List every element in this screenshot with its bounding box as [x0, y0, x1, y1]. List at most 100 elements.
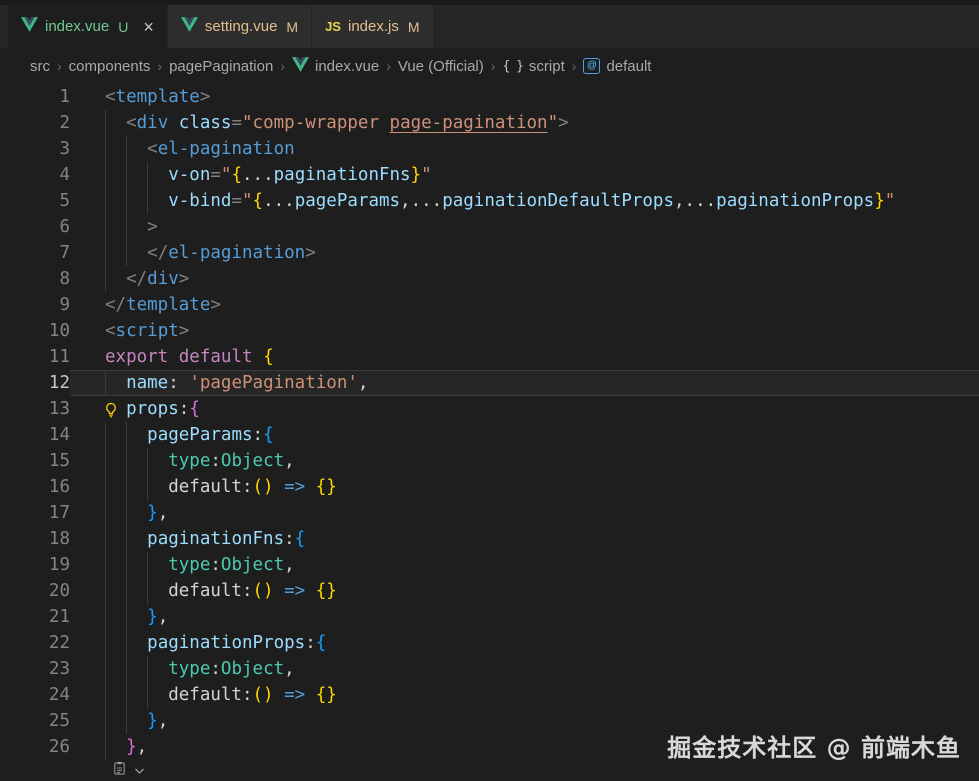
code-line-content[interactable]: </el-pagination>	[70, 240, 979, 266]
breadcrumb-item-default[interactable]: @default	[583, 58, 651, 75]
line-number[interactable]: 17	[0, 500, 70, 526]
tab-index-vue[interactable]: index.vueU×	[8, 5, 167, 48]
breadcrumb-item-script[interactable]: { }script	[502, 58, 564, 75]
code-token: =	[231, 191, 242, 211]
code-line-content[interactable]: <div class="comp-wrapper page-pagination…	[70, 110, 979, 136]
code-line-content[interactable]: <template>	[70, 84, 979, 110]
breadcrumb-item-components[interactable]: components	[69, 58, 151, 75]
code-line: 11export default {	[0, 344, 979, 370]
line-number[interactable]: 10	[0, 318, 70, 344]
line-number[interactable]: 15	[0, 448, 70, 474]
line-number[interactable]: 20	[0, 578, 70, 604]
line-number[interactable]: 13	[0, 396, 70, 422]
code-line: 4 v-on="{...paginationFns}"	[0, 162, 979, 188]
git-status-badge: M	[408, 19, 420, 35]
line-number[interactable]: 11	[0, 344, 70, 370]
indent-guide	[105, 552, 106, 578]
line-number[interactable]: 24	[0, 682, 70, 708]
code-line-content[interactable]: type:Object,	[70, 656, 979, 682]
code-line-content[interactable]: props:{	[70, 396, 979, 422]
indent-guide	[105, 604, 106, 630]
code-token: v-on	[168, 165, 210, 185]
code-line-content[interactable]: v-on="{...paginationFns}"	[70, 162, 979, 188]
code-line-content[interactable]: paginationProps:{	[70, 630, 979, 656]
code-line-content[interactable]: default:() => {}	[70, 578, 979, 604]
git-status-badge: U	[118, 19, 128, 35]
line-number[interactable]: 19	[0, 552, 70, 578]
line-number[interactable]: 1	[0, 84, 70, 110]
code-token: :	[305, 633, 316, 653]
code-token: pageParams	[295, 191, 400, 211]
line-number[interactable]: 9	[0, 292, 70, 318]
line-number[interactable]: 2	[0, 110, 70, 136]
indent-guide	[126, 214, 127, 240]
line-number[interactable]: 18	[0, 526, 70, 552]
line-number[interactable]: 8	[0, 266, 70, 292]
line-number[interactable]: 21	[0, 604, 70, 630]
code-token	[105, 113, 126, 133]
line-number[interactable]: 25	[0, 708, 70, 734]
code-line-content[interactable]: name: 'pagePagination',	[70, 370, 979, 396]
indent-guide	[126, 552, 127, 578]
indent-guide	[105, 214, 106, 240]
code-line-content[interactable]: paginationFns:{	[70, 526, 979, 552]
js-icon: JS	[325, 19, 341, 34]
line-number[interactable]: 5	[0, 188, 70, 214]
code-line-content[interactable]: <script>	[70, 318, 979, 344]
chevron-down-icon[interactable]	[134, 762, 145, 780]
code-line-content[interactable]: type:Object,	[70, 552, 979, 578]
code-line-content[interactable]: >	[70, 214, 979, 240]
indent-guide	[105, 266, 106, 292]
indent-guide	[147, 656, 148, 682]
tab-setting-vue[interactable]: setting.vueM	[168, 5, 311, 48]
code-token: class	[179, 113, 232, 133]
close-icon[interactable]: ×	[143, 18, 154, 36]
code-token: export	[105, 347, 168, 367]
code-line-content[interactable]: </template>	[70, 292, 979, 318]
line-number[interactable]: 4	[0, 162, 70, 188]
code-line: 15 type:Object,	[0, 448, 979, 474]
code-line-content[interactable]: pageParams:{	[70, 422, 979, 448]
breadcrumb-item-src[interactable]: src	[30, 58, 50, 75]
code-token: </	[147, 243, 168, 263]
code-token: paginationProps	[716, 191, 874, 211]
code-line-content[interactable]: <el-pagination	[70, 136, 979, 162]
breadcrumb-item-index-vue[interactable]: index.vue	[292, 57, 379, 76]
lightbulb-icon[interactable]	[103, 400, 119, 416]
code-line: 24 default:() => {}	[0, 682, 979, 708]
indent-guide	[105, 682, 106, 708]
code-line-content[interactable]: export default {	[70, 344, 979, 370]
code-line-content[interactable]: },	[70, 604, 979, 630]
code-token: default:	[105, 477, 253, 497]
code-token: =	[231, 113, 242, 133]
code-line: 13 props:{	[0, 396, 979, 422]
code-token: paginationDefaultProps	[442, 191, 674, 211]
code-line-content[interactable]: default:() => {}	[70, 474, 979, 500]
line-number[interactable]: 16	[0, 474, 70, 500]
line-number[interactable]: 7	[0, 240, 70, 266]
code-line-content[interactable]: </div>	[70, 266, 979, 292]
code-token: default:	[105, 581, 253, 601]
code-token: :	[168, 373, 189, 393]
code-line-content[interactable]: },	[70, 500, 979, 526]
code-line-content[interactable]: type:Object,	[70, 448, 979, 474]
paste-icon	[112, 760, 127, 781]
breadcrumb-item-vue-official-[interactable]: Vue (Official)	[398, 58, 484, 75]
code-token: type	[168, 555, 210, 575]
line-number[interactable]: 3	[0, 136, 70, 162]
line-number[interactable]: 6	[0, 214, 70, 240]
paste-widget[interactable]	[112, 761, 979, 780]
code-token: "	[242, 191, 253, 211]
code-token: ()	[253, 685, 274, 705]
code-token: pageParams	[147, 425, 252, 445]
line-number[interactable]: 23	[0, 656, 70, 682]
code-line-content[interactable]: v-bind="{...pageParams,...paginationDefa…	[70, 188, 979, 214]
code-line-content[interactable]: default:() => {}	[70, 682, 979, 708]
line-number[interactable]: 26	[0, 734, 70, 760]
line-number[interactable]: 12	[0, 370, 70, 396]
code-token: =>	[284, 685, 305, 705]
line-number[interactable]: 22	[0, 630, 70, 656]
line-number[interactable]: 14	[0, 422, 70, 448]
breadcrumb-item-pagepagination[interactable]: pagePagination	[169, 58, 273, 75]
tab-index-js[interactable]: JSindex.jsM	[312, 5, 432, 48]
